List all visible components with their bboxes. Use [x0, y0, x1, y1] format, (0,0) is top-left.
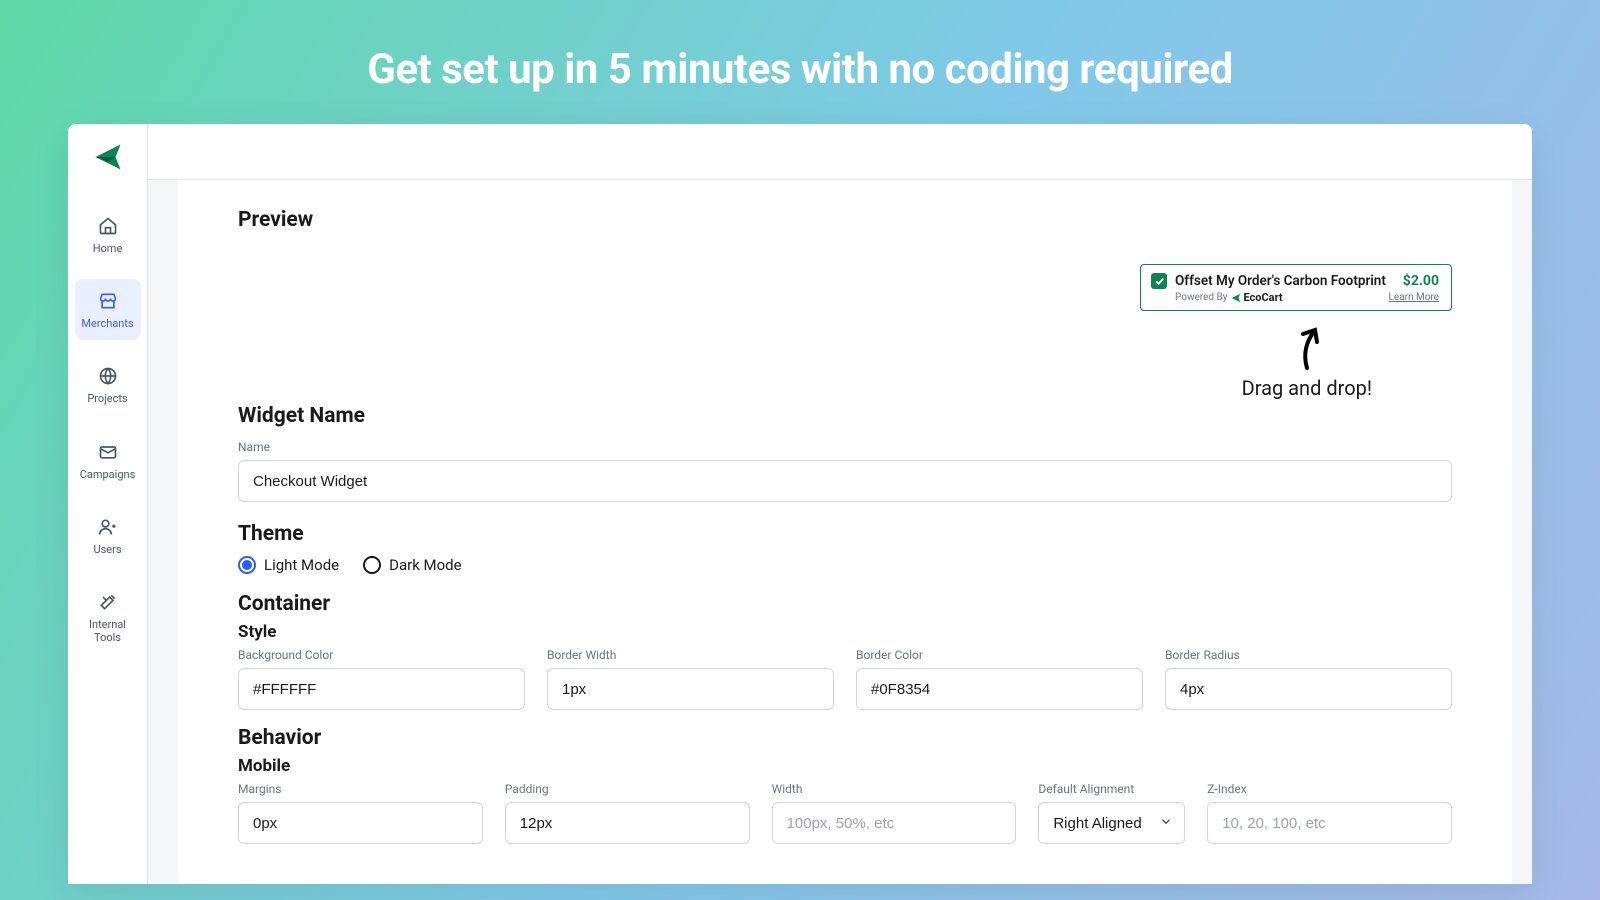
- home-icon: [98, 216, 118, 236]
- theme-dark-radio[interactable]: Dark Mode: [363, 556, 461, 574]
- widget-preview[interactable]: Offset My Order's Carbon Footprint $2.00…: [1140, 264, 1452, 311]
- sidebar-item-users[interactable]: Users: [75, 505, 141, 566]
- preview-heading: Preview: [238, 208, 1452, 232]
- learn-more-link[interactable]: Learn More: [1388, 292, 1439, 303]
- width-label: Width: [772, 782, 1017, 796]
- border-color-label: Border Color: [856, 648, 1143, 662]
- margins-field[interactable]: [238, 802, 483, 844]
- radio-icon: [238, 556, 256, 574]
- main-area: Preview Offset My Order's Carbon Footpri…: [148, 124, 1532, 884]
- sidebar-item-projects[interactable]: Projects: [75, 354, 141, 415]
- bg-color-label: Background Color: [238, 648, 525, 662]
- sidebar-item-campaigns[interactable]: Campaigns: [75, 430, 141, 491]
- offset-checkbox[interactable]: [1151, 273, 1167, 289]
- padding-field[interactable]: [505, 802, 750, 844]
- zindex-label: Z-Index: [1207, 782, 1452, 796]
- sidebar-label: Internal Tools: [79, 618, 137, 644]
- margins-label: Margins: [238, 782, 483, 796]
- sidebar-label: Campaigns: [80, 468, 136, 481]
- sidebar-item-merchants[interactable]: Merchants: [75, 279, 141, 340]
- tools-icon: [98, 592, 118, 612]
- radio-icon: [363, 556, 381, 574]
- topbar: [148, 124, 1532, 180]
- name-label: Name: [238, 440, 1452, 454]
- widget-price: $2.00: [1403, 273, 1439, 289]
- mail-icon: [98, 442, 118, 462]
- radio-label: Dark Mode: [389, 556, 461, 574]
- padding-label: Padding: [505, 782, 750, 796]
- bg-color-field[interactable]: [238, 668, 525, 710]
- theme-light-radio[interactable]: Light Mode: [238, 556, 339, 574]
- sidebar-item-internal-tools[interactable]: Internal Tools: [75, 580, 141, 654]
- alignment-label: Default Alignment: [1038, 782, 1185, 796]
- zindex-field[interactable]: [1207, 802, 1452, 844]
- mobile-heading: Mobile: [238, 756, 1452, 776]
- border-color-field[interactable]: [856, 668, 1143, 710]
- sidebar-label: Users: [93, 543, 121, 556]
- sidebar-label: Home: [93, 242, 123, 255]
- alignment-select[interactable]: [1038, 802, 1185, 844]
- drag-hint: Drag and drop!: [1242, 324, 1372, 400]
- radio-label: Light Mode: [264, 556, 339, 574]
- border-radius-label: Border Radius: [1165, 648, 1452, 662]
- theme-heading: Theme: [238, 522, 1452, 546]
- sidebar-label: Projects: [87, 392, 127, 405]
- border-radius-field[interactable]: [1165, 668, 1452, 710]
- app-logo: [93, 142, 123, 172]
- drag-hint-text: Drag and drop!: [1242, 376, 1372, 400]
- app-window: Home Merchants Projects Campaigns Users: [68, 124, 1532, 884]
- hero-title: Get set up in 5 minutes with no coding r…: [0, 0, 1600, 124]
- widget-name-heading: Widget Name: [238, 404, 1452, 428]
- border-width-field[interactable]: [547, 668, 834, 710]
- border-width-label: Border Width: [547, 648, 834, 662]
- width-field[interactable]: [772, 802, 1017, 844]
- sidebar: Home Merchants Projects Campaigns Users: [68, 124, 148, 884]
- container-heading: Container: [238, 592, 1452, 616]
- sidebar-label: Merchants: [81, 317, 133, 330]
- preview-area: Offset My Order's Carbon Footprint $2.00…: [238, 244, 1452, 404]
- users-icon: [98, 517, 118, 537]
- name-field[interactable]: [238, 460, 1452, 502]
- arrow-up-icon: [1287, 324, 1327, 372]
- widget-text: Offset My Order's Carbon Footprint: [1175, 273, 1395, 289]
- sidebar-item-home[interactable]: Home: [75, 204, 141, 265]
- globe-icon: [98, 366, 118, 386]
- content: Preview Offset My Order's Carbon Footpri…: [178, 180, 1512, 884]
- storefront-icon: [98, 291, 118, 311]
- style-heading: Style: [238, 622, 1452, 642]
- powered-by: Powered By EcoCart: [1175, 291, 1283, 304]
- behavior-heading: Behavior: [238, 726, 1452, 750]
